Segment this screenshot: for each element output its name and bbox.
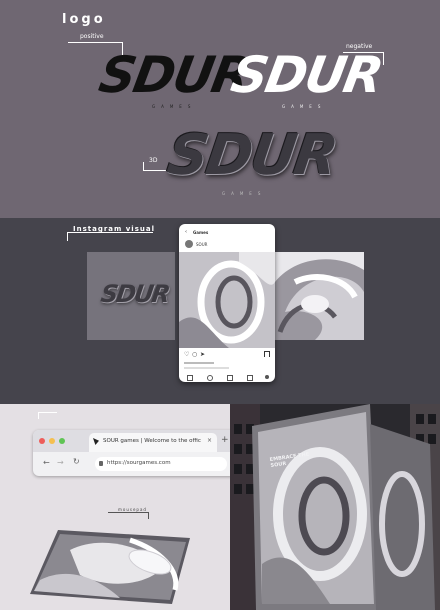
instagram-tile-logo: SDUR <box>87 252 175 340</box>
share-icon[interactable]: ➤ <box>200 351 205 358</box>
comment-icon[interactable]: ○ <box>192 351 197 358</box>
tab-close-icon[interactable]: × <box>207 437 212 444</box>
positive-label: positive <box>80 33 104 40</box>
logo-positive-subtext: GAMES <box>152 104 197 109</box>
post-image[interactable] <box>179 252 275 348</box>
swirl-post-image <box>179 252 275 348</box>
logo-3d-subtext: GAMES <box>222 191 267 196</box>
post-account-name[interactable]: SOUR <box>196 242 207 247</box>
reload-icon[interactable]: ↻ <box>73 457 80 466</box>
caption-line <box>184 367 229 369</box>
billboard-scene: EMBRACE THE SOUR <box>230 404 440 610</box>
presentation-board: logo positive negative SDUR GAMES SDUR G… <box>0 0 440 610</box>
address-bar[interactable]: https://sourgames.com <box>95 457 227 471</box>
add-icon[interactable] <box>227 375 233 381</box>
browser-tab-title: SOUR games | Welcome to the offic <box>103 438 201 444</box>
home-icon[interactable] <box>187 375 193 381</box>
phone-back-arrow[interactable]: ‹ <box>185 229 187 235</box>
window-close-button[interactable] <box>39 438 45 444</box>
window-minimize-button[interactable] <box>49 438 55 444</box>
mousepad-image <box>30 530 190 604</box>
forward-arrow-icon[interactable]: → <box>57 458 64 467</box>
tile-wordmark: SDUR <box>99 280 171 308</box>
web-bracket <box>38 412 57 419</box>
window-maximize-button[interactable] <box>59 438 65 444</box>
browser-tab[interactable]: SOUR games | Welcome to the offic × <box>89 433 217 452</box>
lock-icon <box>99 461 103 466</box>
bookmark-icon[interactable] <box>264 351 270 357</box>
instagram-bracket <box>67 232 153 241</box>
mousepad-bracket <box>108 512 149 519</box>
back-arrow-icon[interactable]: ← <box>43 458 50 467</box>
site-favicon-icon <box>93 438 99 445</box>
instagram-tile-swirl <box>275 252 364 340</box>
new-tab-button[interactable]: + <box>221 435 229 445</box>
billboard-image <box>230 404 440 610</box>
phone-mockup: ‹ Games SOUR ♡ ○ ➤ <box>179 224 275 382</box>
logo-3d-wordmark: SDUR <box>163 123 341 188</box>
browser-window: SOUR games | Welcome to the offic × + ← … <box>33 430 233 476</box>
phone-header-title: Games <box>193 230 209 235</box>
address-url: https://sourgames.com <box>107 460 171 466</box>
caption-line <box>184 362 214 364</box>
logo-section-title: logo <box>62 12 106 27</box>
reels-icon[interactable] <box>247 375 253 381</box>
logo-negative-subtext: GAMES <box>282 104 327 109</box>
swirl-art-image <box>275 252 364 340</box>
logo-negative-wordmark: SDUR <box>226 46 386 104</box>
like-icon[interactable]: ♡ <box>184 351 189 358</box>
search-icon[interactable] <box>207 375 213 381</box>
profile-icon[interactable] <box>265 375 269 379</box>
avatar[interactable] <box>185 240 193 248</box>
